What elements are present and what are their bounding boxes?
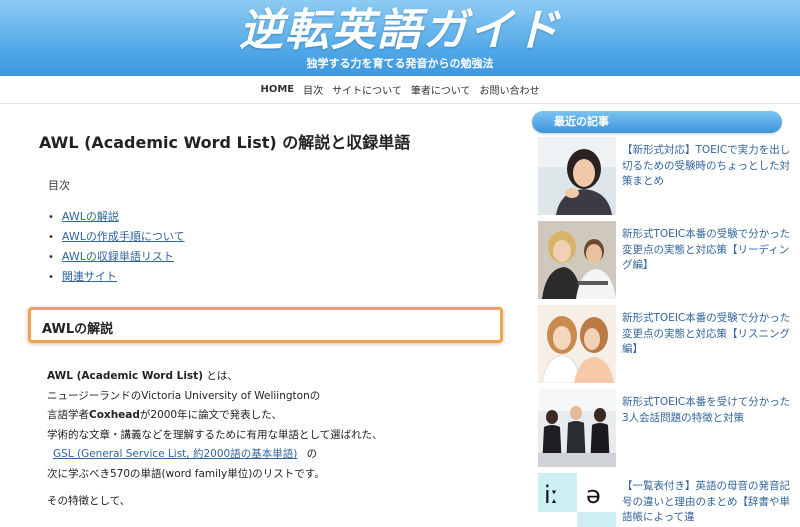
- para-text: 学術的な文章・講義などを理解するために有用な単語として選ばれた、: [47, 428, 383, 441]
- para-text: が2000年に論文で発表した、: [139, 409, 283, 421]
- article-paragraph-2: その特徴として、: [47, 495, 131, 507]
- toc-link-related-sites[interactable]: 関連サイト: [62, 270, 117, 283]
- post-thumbnail-business-meeting[interactable]: [538, 389, 616, 467]
- post-thumbnail-phonetic-symbols[interactable]: iː ə ɪ r: [538, 473, 616, 527]
- post-thumbnail-women-whispering[interactable]: [538, 305, 616, 383]
- nav-about-site[interactable]: サイトについて: [332, 82, 402, 97]
- nav-contact[interactable]: お問い合わせ: [480, 82, 540, 97]
- recent-post[interactable]: iː ə ɪ r 【一覧表付き】英語の母音の発音記号の違いと理由のまとめ【辞書や…: [538, 473, 800, 527]
- nav-contents[interactable]: 目次: [303, 82, 323, 97]
- toc-list: AWLの解説 AWLの作成手順について AWLの収録単語リスト 関連サイト: [48, 207, 185, 287]
- toc-link-creation-procedure[interactable]: AWLの作成手順について: [62, 230, 185, 243]
- para-text: ニュージーランドのVictoria University of Weliingt…: [47, 389, 321, 402]
- post-title[interactable]: 【一覧表付き】英語の母音の発音記号の違いと理由のまとめ【辞書や単語帳によって違: [622, 479, 792, 526]
- toc-item: 関連サイト: [48, 267, 185, 287]
- recent-post[interactable]: 【新形式対応】TOEICで実力を出し切るための受験時のちょっとした対策まとめ: [538, 137, 800, 217]
- gsl-link[interactable]: GSL (General Service List, 約2000語の基本単語): [47, 448, 303, 460]
- para-text: 言語学者: [47, 409, 89, 421]
- toc-link-awl-explanation[interactable]: AWLの解説: [62, 210, 119, 223]
- coxhead-term: Coxhead: [89, 409, 140, 421]
- toc-item: AWLの収録単語リスト: [48, 247, 185, 267]
- toc-item: AWLの作成手順について: [48, 227, 185, 247]
- post-thumbnail-woman-thinking[interactable]: [538, 137, 616, 215]
- post-title[interactable]: 新形式TOEIC本番の受験で分かった変更点の実態と対応策【リーディング編】: [622, 227, 792, 274]
- para-text: の: [303, 448, 318, 460]
- site-header: 逆転英語ガイド 独学する力を育てる発音からの勉強法: [0, 0, 800, 76]
- phonetic-symbol: iː: [544, 481, 559, 509]
- site-tagline: 独学する力を育てる発音からの勉強法: [306, 57, 494, 70]
- post-thumbnail-people-talking[interactable]: [538, 221, 616, 299]
- para-text: とは、: [203, 370, 238, 382]
- recent-post[interactable]: 新形式TOEIC本番の受験で分かった変更点の実態と対応策【リスニング編】: [538, 305, 800, 385]
- recent-post[interactable]: 新形式TOEIC本番の受験で分かった変更点の実態と対応策【リーディング編】: [538, 221, 800, 301]
- article-paragraph: AWL (Academic Word List) とは、 ニュージーランドのVi…: [47, 367, 383, 484]
- awl-term: AWL (Academic Word List): [47, 370, 204, 382]
- toc-title: 目次: [48, 179, 70, 192]
- article-title: AWL (Academic Word List) の解説と収録単語: [39, 133, 411, 152]
- recent-post[interactable]: 新形式TOEIC本番を受けて分かった3人会話問題の特徴と対策: [538, 389, 800, 469]
- phonetic-symbol: ɪ: [550, 521, 559, 527]
- section-heading-box: AWLの解説: [28, 307, 503, 343]
- toc-item: AWLの解説: [48, 207, 185, 227]
- para-text: 次に学ぶべき570の単語(word family単位)のリストです。: [47, 467, 325, 480]
- main-nav: HOME 目次 サイトについて 筆者について お問い合わせ: [0, 76, 800, 104]
- post-title[interactable]: 新形式TOEIC本番の受験で分かった変更点の実態と対応策【リスニング編】: [622, 311, 792, 358]
- section-heading: AWLの解説: [42, 322, 114, 337]
- main-content: AWL (Academic Word List) の解説と収録単語 目次 AWL…: [0, 104, 525, 527]
- nav-about-author[interactable]: 筆者について: [411, 82, 471, 97]
- sidebar: 最近の記事 【新形式対応】TOEICで実力を出し切るための受験時のちょっとした対…: [532, 104, 800, 527]
- site-title[interactable]: 逆転英語ガイド: [0, 2, 800, 60]
- phonetic-symbol: r: [590, 521, 600, 527]
- phonetic-symbol: ə: [586, 481, 601, 509]
- post-title[interactable]: 新形式TOEIC本番を受けて分かった3人会話問題の特徴と対策: [622, 395, 792, 426]
- toc-link-word-list[interactable]: AWLの収録単語リスト: [62, 250, 174, 263]
- post-title[interactable]: 【新形式対応】TOEICで実力を出し切るための受験時のちょっとした対策まとめ: [622, 143, 792, 190]
- recent-posts-heading: 最近の記事: [532, 111, 782, 133]
- nav-home[interactable]: HOME: [260, 84, 294, 95]
